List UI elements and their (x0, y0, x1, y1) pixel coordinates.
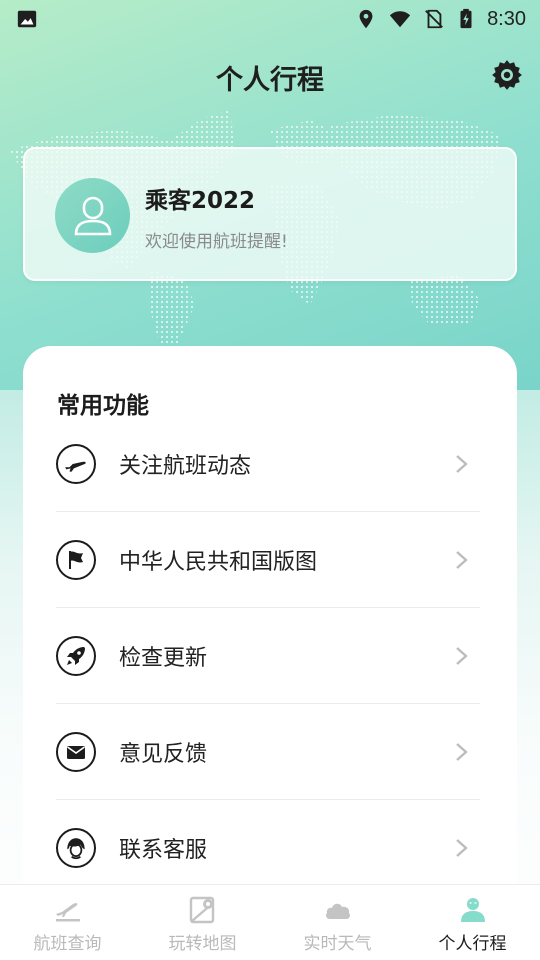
flag-icon (56, 539, 96, 580)
image-icon (17, 10, 37, 28)
menu-label: 联系客服 (119, 838, 208, 863)
bottom-tab-bar: 航班查询 玩转地图 实时天气 个人行程 (0, 884, 540, 960)
chevron-right-icon (456, 646, 468, 665)
page-title: 个人行程 (216, 65, 324, 96)
chevron-right-icon (456, 742, 468, 761)
no-sim-icon (425, 9, 443, 29)
chevron-right-icon (456, 550, 468, 569)
functions-list: 关注航班动态 中华人民共和国版图 检查更新 意见反馈 联系客服 (56, 416, 480, 896)
gear-icon[interactable] (490, 58, 524, 92)
tab-flight-search[interactable]: 航班查询 (0, 885, 135, 960)
tab-label: 玩转地图 (168, 934, 237, 954)
battery-charging-icon (460, 8, 472, 29)
user-icon (74, 196, 111, 235)
welcome-text: 欢迎使用航班提醒! (145, 232, 288, 252)
menu-label: 中华人民共和国版图 (119, 549, 318, 575)
menu-item-follow-flight[interactable]: 关注航班动态 (56, 416, 480, 512)
menu-label: 检查更新 (119, 645, 208, 671)
tab-map[interactable]: 玩转地图 (135, 885, 270, 960)
tab-personal-trip[interactable]: 个人行程 (405, 885, 540, 960)
chevron-right-icon (456, 839, 468, 857)
status-time: 8:30 (487, 7, 526, 30)
rocket-icon (56, 635, 96, 676)
location-icon (359, 9, 373, 29)
menu-item-check-update[interactable]: 检查更新 (56, 608, 480, 704)
person-icon (460, 898, 485, 922)
cloud-icon (325, 903, 350, 919)
menu-item-feedback[interactable]: 意见反馈 (56, 704, 480, 800)
tab-label: 航班查询 (33, 934, 102, 954)
headset-icon (56, 828, 96, 868)
plane-takeoff-icon (55, 903, 80, 922)
map-icon (189, 896, 214, 924)
wifi-icon (389, 11, 411, 28)
status-bar: 8:30 (0, 0, 540, 38)
mail-icon (56, 731, 96, 772)
avatar[interactable] (55, 178, 130, 253)
tab-weather[interactable]: 实时天气 (270, 885, 405, 960)
menu-label: 意见反馈 (119, 741, 208, 767)
tab-label: 个人行程 (438, 934, 507, 954)
chevron-right-icon (456, 454, 468, 473)
tab-label: 实时天气 (303, 934, 372, 954)
profile-card[interactable]: 乘客2022 欢迎使用航班提醒! (23, 147, 517, 281)
menu-label: 关注航班动态 (119, 453, 252, 479)
plane-icon (56, 443, 96, 484)
username: 乘客2022 (145, 188, 256, 214)
menu-item-contact-service[interactable]: 联系客服 (56, 800, 480, 896)
menu-item-china-map[interactable]: 中华人民共和国版图 (56, 512, 480, 608)
functions-title: 常用功能 (57, 393, 149, 419)
functions-card: 常用功能 关注航班动态 中华人民共和国版图 检查更新 意见反馈 联系客服 (23, 346, 517, 906)
